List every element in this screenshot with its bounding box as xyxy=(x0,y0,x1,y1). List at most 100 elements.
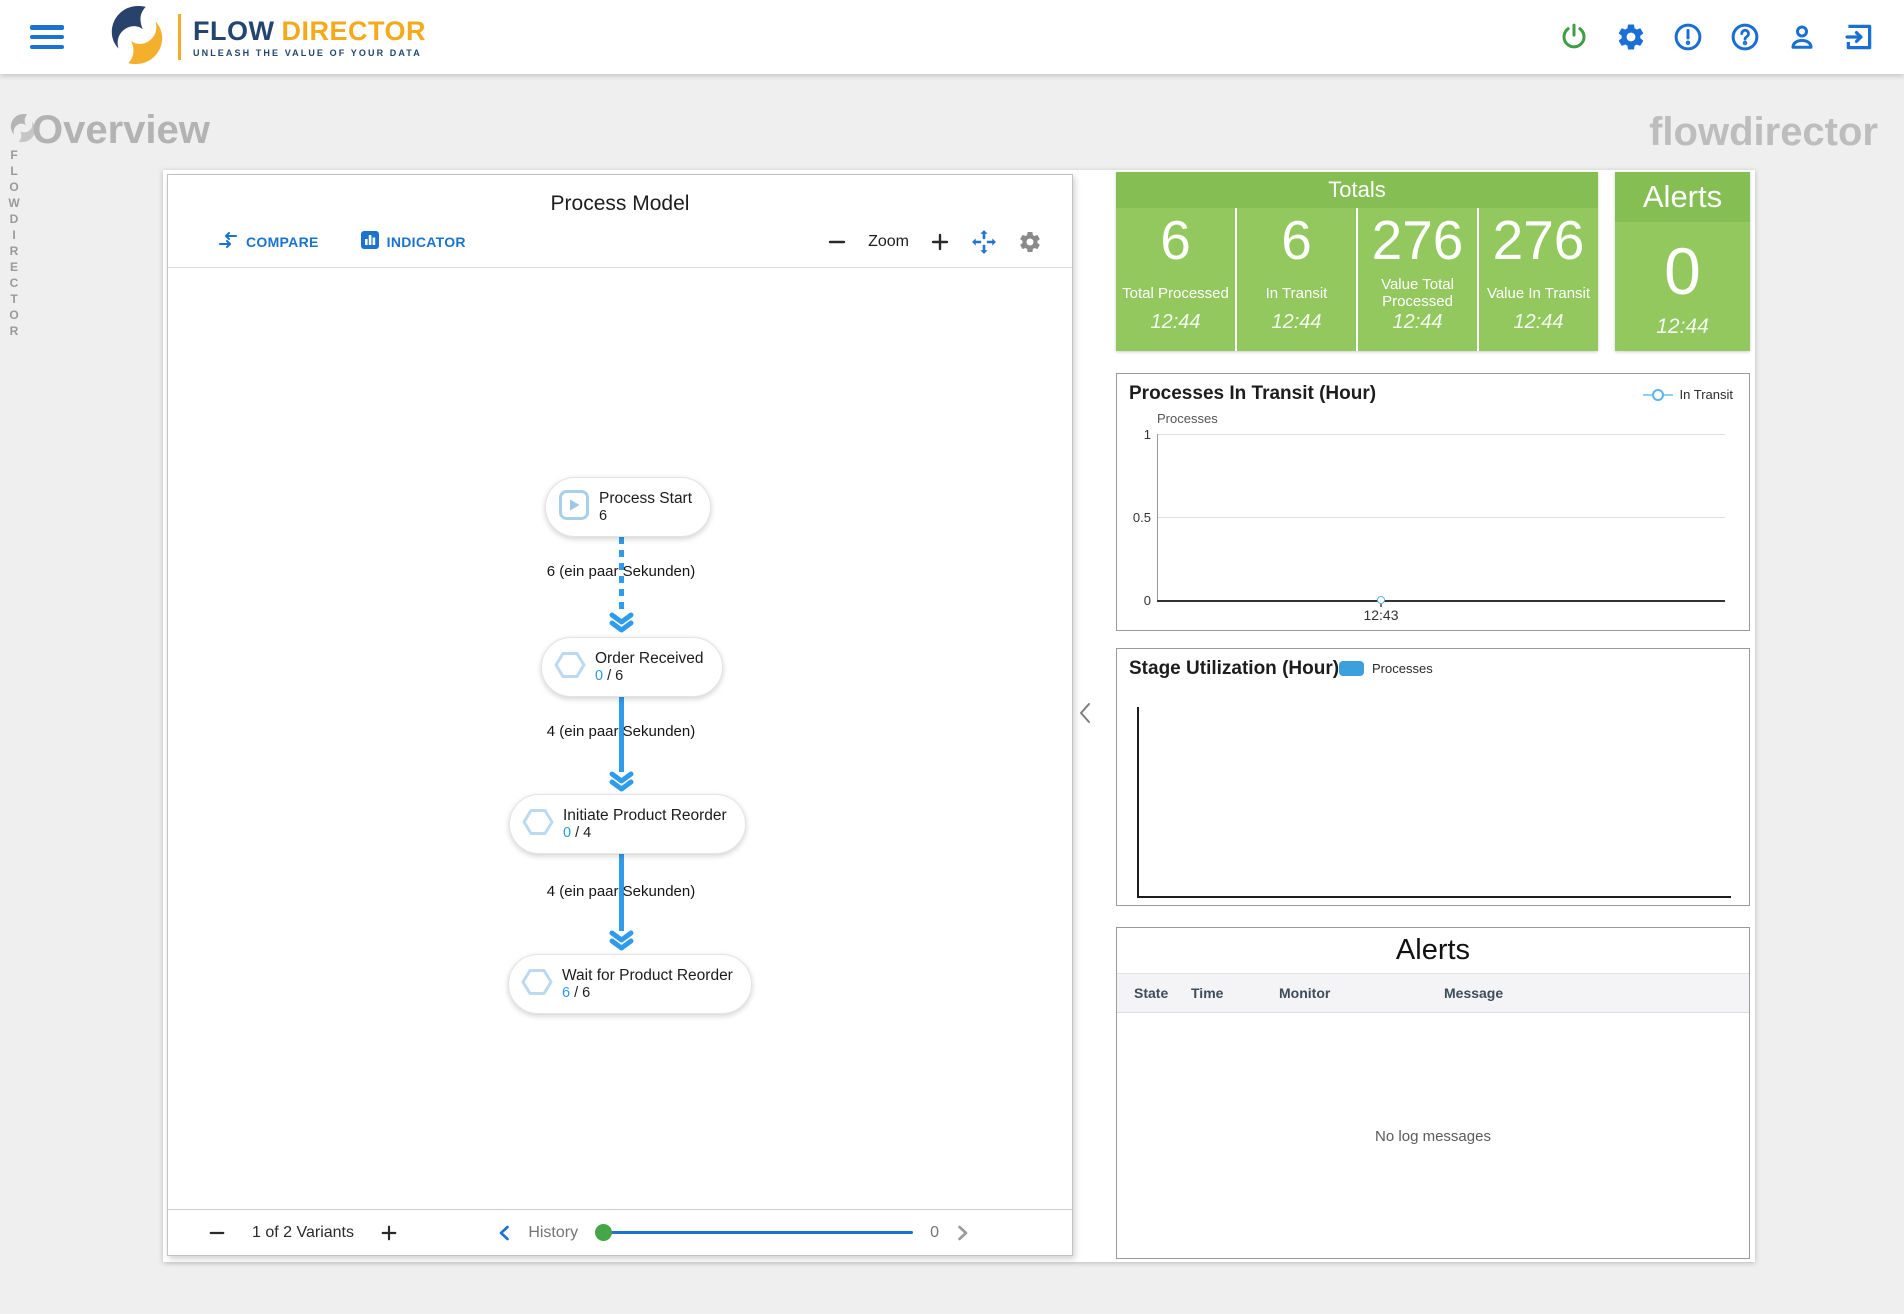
value-total-processed-label: Value Total Processed xyxy=(1381,276,1454,310)
settings-icon[interactable] xyxy=(1616,22,1646,52)
x-tick: 12:43 xyxy=(1363,607,1399,623)
line-marker-icon xyxy=(1642,388,1673,401)
y-tick: 0.5 xyxy=(1132,510,1151,525)
chart-title: Processes In Transit (Hour) xyxy=(1129,383,1377,404)
column-time: Time xyxy=(1191,985,1224,1001)
alert-circle-icon[interactable] xyxy=(1673,22,1703,52)
edge-label: 4 (ein paar Sekunden) xyxy=(546,883,696,900)
process-model-toolbar: COMPARE INDICATOR Zoom xyxy=(168,216,1072,268)
dashboard-content: Process Model COMPARE INDICATOR Zoom 6 (… xyxy=(163,170,1755,1262)
indicator-label: INDICATOR xyxy=(386,233,466,250)
variant-prev-icon[interactable] xyxy=(208,1224,226,1242)
process-model-panel: Process Model COMPARE INDICATOR Zoom 6 (… xyxy=(167,174,1073,1256)
node-count: 6 xyxy=(599,508,608,524)
value-total-processed-value: 276 xyxy=(1371,209,1464,271)
arrowhead-icon xyxy=(609,930,634,956)
column-monitor: Monitor xyxy=(1279,985,1331,1001)
variants-label: 1 of 2 Variants xyxy=(252,1223,354,1241)
node-order-received[interactable]: Order Received 0/6 xyxy=(541,637,723,697)
chart-legend: In Transit xyxy=(1642,387,1733,402)
value-in-transit-label: Value In Transit xyxy=(1486,284,1591,302)
indicator-button[interactable]: INDICATOR xyxy=(360,231,466,252)
menu-icon[interactable] xyxy=(30,25,64,49)
app-bar: FLOW DIRECTOR UNLEASH THE VALUE OF YOUR D… xyxy=(0,0,1904,74)
node-process-start[interactable]: Process Start 6 xyxy=(545,477,712,537)
in-transit-value: 6 xyxy=(1281,209,1312,271)
totals-cell-total-processed: 6 Total Processed 12:44 xyxy=(1116,208,1235,351)
totals-cell-value-in-transit: 276 Value In Transit 12:44 xyxy=(1477,208,1598,351)
legend-label: Processes xyxy=(1372,661,1433,676)
history-slider-knob[interactable] xyxy=(595,1223,613,1241)
bar-swatch-icon xyxy=(1339,661,1364,676)
empty-table-message: No log messages xyxy=(1375,1128,1491,1145)
node-label: Initiate Product Reorder xyxy=(563,807,727,824)
node-label: Wait for Product Reorder xyxy=(562,967,733,984)
edge-label: 6 (ein paar Sekunden) xyxy=(546,563,696,580)
data-point xyxy=(1377,596,1385,604)
zoom-out-icon[interactable] xyxy=(827,232,847,252)
user-icon[interactable] xyxy=(1787,22,1817,52)
process-model-footer: 1 of 2 Variants History 0 xyxy=(168,1209,1072,1255)
x-axis xyxy=(1157,600,1725,602)
totals-panel: Totals 6 Total Processed 12:44 6 In Tran… xyxy=(1116,172,1598,351)
brand-tagline: UNLEASH THE VALUE OF YOUR DATA xyxy=(193,47,422,58)
help-circle-icon[interactable] xyxy=(1730,22,1760,52)
brand-swirl-icon xyxy=(106,4,168,71)
watermark-text: flowdirector xyxy=(1649,110,1878,154)
node-wait-for-product-reorder[interactable]: Wait for Product Reorder 6/6 xyxy=(508,954,752,1014)
variant-next-icon[interactable] xyxy=(380,1224,398,1242)
gridline xyxy=(1157,434,1725,435)
compare-icon xyxy=(218,232,238,251)
logout-icon[interactable] xyxy=(1844,22,1874,52)
node-count: 0/4 xyxy=(563,825,592,841)
totals-cell-in-transit: 6 In Transit 12:44 xyxy=(1235,208,1356,351)
edge-label: 4 (ein paar Sekunden) xyxy=(546,723,696,740)
hexagon-icon xyxy=(554,649,586,686)
brand-word-flow: FLOW xyxy=(193,15,275,46)
node-label: Process Start xyxy=(599,490,693,507)
value-in-transit-time: 12:44 xyxy=(1513,311,1564,333)
arrowhead-icon xyxy=(609,612,634,638)
brand-word-director: DIRECTOR xyxy=(281,15,426,46)
brand-logo: FLOW DIRECTOR UNLEASH THE VALUE OF YOUR D… xyxy=(106,4,426,71)
y-axis xyxy=(1137,707,1139,898)
total-processed-value: 6 xyxy=(1160,209,1191,271)
zoom-label: Zoom xyxy=(868,232,909,250)
process-model-title: Process Model xyxy=(550,192,690,215)
history-slider[interactable] xyxy=(595,1223,914,1242)
node-count: 6/6 xyxy=(562,985,591,1001)
compare-button[interactable]: COMPARE xyxy=(218,232,319,251)
history-value: 0 xyxy=(930,1223,939,1241)
history-forward-icon[interactable] xyxy=(956,1224,970,1242)
pan-icon[interactable] xyxy=(971,229,997,255)
node-initiate-product-reorder[interactable]: Initiate Product Reorder 0/4 xyxy=(509,794,746,854)
y-axis-label: Processes xyxy=(1157,411,1218,426)
node-count: 0/6 xyxy=(595,668,624,684)
collapse-panel-icon[interactable] xyxy=(1078,702,1092,729)
stage-utilization-chart: Stage Utilization (Hour) Processes xyxy=(1116,648,1750,906)
alerts-count: 0 xyxy=(1664,234,1701,308)
alerts-table-header: State Time Monitor Message xyxy=(1117,973,1749,1013)
alerts-summary-panel: Alerts 0 12:44 xyxy=(1615,172,1750,351)
alerts-table-panel: Alerts State Time Monitor Message No log… xyxy=(1116,927,1750,1259)
y-tick: 0 xyxy=(1143,593,1151,608)
totals-cell-value-total-processed: 276 Value Total Processed 12:44 xyxy=(1356,208,1477,351)
zoom-in-icon[interactable] xyxy=(930,232,950,252)
in-transit-label: In Transit xyxy=(1265,284,1328,302)
canvas-settings-icon[interactable] xyxy=(1018,230,1042,254)
node-label: Order Received xyxy=(595,650,704,667)
history-back-icon[interactable] xyxy=(497,1224,511,1242)
play-icon xyxy=(558,489,590,526)
indicator-icon xyxy=(360,231,379,252)
history-slider-track[interactable] xyxy=(603,1231,914,1234)
power-icon[interactable] xyxy=(1559,22,1589,52)
page-title: Overview xyxy=(32,108,210,152)
hexagon-icon xyxy=(522,806,554,843)
vertical-brand-text: FLOWDIRECTOR xyxy=(7,148,21,340)
alerts-time: 12:44 xyxy=(1656,315,1709,338)
compare-label: COMPARE xyxy=(246,233,319,250)
legend-label: In Transit xyxy=(1679,387,1733,402)
y-tick: 1 xyxy=(1143,427,1151,442)
column-state: State xyxy=(1134,985,1169,1001)
total-processed-time: 12:44 xyxy=(1150,311,1201,333)
